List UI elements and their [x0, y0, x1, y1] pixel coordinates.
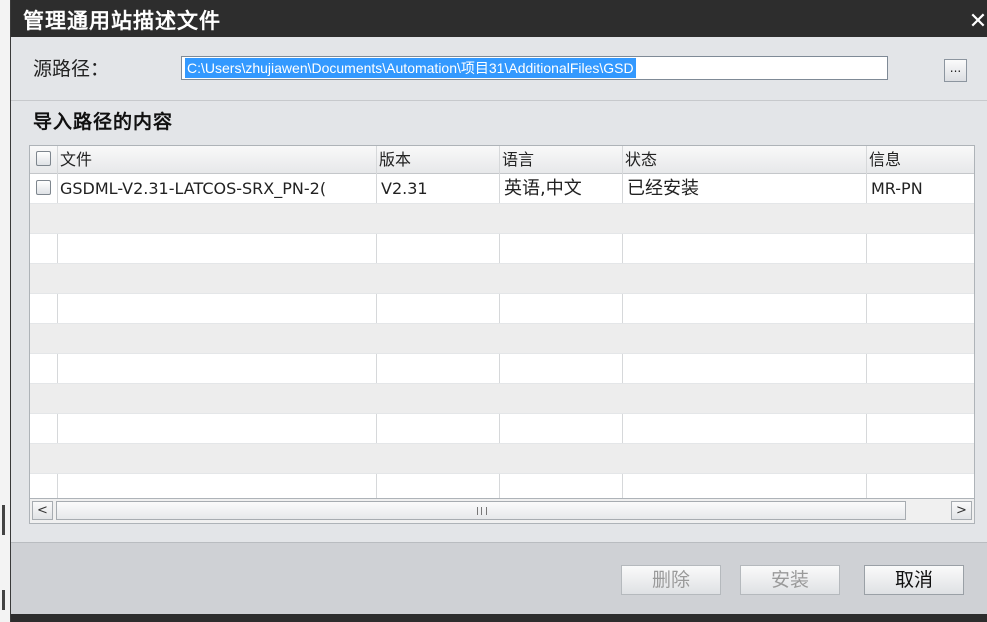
dialog-title: 管理通用站描述文件	[23, 9, 221, 33]
bottom-bar	[11, 614, 987, 622]
cell-version: V2.31	[381, 179, 428, 198]
empty-row	[30, 324, 974, 354]
table-header: 文件 版本 语言 状态 信息	[30, 146, 974, 174]
background-mark	[2, 505, 5, 535]
empty-row	[30, 474, 974, 498]
background-mark	[2, 590, 5, 610]
source-path-value: C:\Users\zhujiawen\Documents\Automation\…	[185, 58, 636, 78]
title-bar: 管理通用站描述文件 ✕	[11, 0, 987, 37]
column-header-version[interactable]: 版本	[379, 146, 411, 173]
close-icon[interactable]: ✕	[968, 10, 987, 34]
install-button[interactable]: 安装	[740, 565, 840, 595]
source-path-label: 源路径：	[33, 58, 110, 80]
select-all-checkbox[interactable]	[36, 151, 51, 166]
delete-button[interactable]: 删除	[621, 565, 721, 595]
background-strip	[0, 0, 10, 622]
empty-row	[30, 414, 974, 444]
cell-file: GSDML-V2.31-LATCOS-SRX_PN-2(	[60, 179, 327, 198]
scroll-thumb[interactable]	[56, 501, 906, 520]
row-checkbox[interactable]	[36, 180, 51, 195]
dialog-footer: 删除 安装 取消	[11, 542, 987, 622]
divider	[11, 100, 987, 101]
scroll-left-icon[interactable]: <	[32, 501, 53, 520]
empty-row	[30, 384, 974, 414]
cell-status: 已经安装	[627, 178, 699, 199]
cell-language: 英语,中文	[504, 178, 582, 199]
empty-row	[30, 234, 974, 264]
cancel-button[interactable]: 取消	[864, 565, 964, 595]
empty-row	[30, 264, 974, 294]
gsd-manage-dialog: 管理通用站描述文件 ✕ 源路径： C:\Users\zhujiawen\Docu…	[10, 0, 987, 622]
scroll-right-icon[interactable]: >	[951, 501, 972, 520]
empty-row	[30, 294, 974, 324]
horizontal-scrollbar[interactable]: < >	[29, 499, 975, 524]
grip-icon	[477, 507, 487, 515]
table-row[interactable]: GSDML-V2.31-LATCOS-SRX_PN-2( V2.31 英语,中文…	[30, 174, 974, 204]
source-path-input[interactable]: C:\Users\zhujiawen\Documents\Automation\…	[181, 56, 888, 80]
section-title: 导入路径的内容	[33, 111, 174, 133]
column-header-language[interactable]: 语言	[502, 146, 534, 173]
source-path-row: 源路径： C:\Users\zhujiawen\Documents\Automa…	[11, 37, 987, 100]
cell-info: MR-PN	[871, 179, 923, 198]
empty-row	[30, 354, 974, 384]
browse-button[interactable]: ...	[944, 59, 967, 82]
gsd-file-table: 文件 版本 语言 状态 信息 GSDML-V2.31-LATCOS-SRX_PN…	[29, 145, 975, 499]
column-header-info[interactable]: 信息	[869, 146, 901, 173]
empty-row	[30, 204, 974, 234]
column-header-status[interactable]: 状态	[625, 146, 657, 173]
column-header-file[interactable]: 文件	[60, 146, 92, 173]
empty-row	[30, 444, 974, 474]
